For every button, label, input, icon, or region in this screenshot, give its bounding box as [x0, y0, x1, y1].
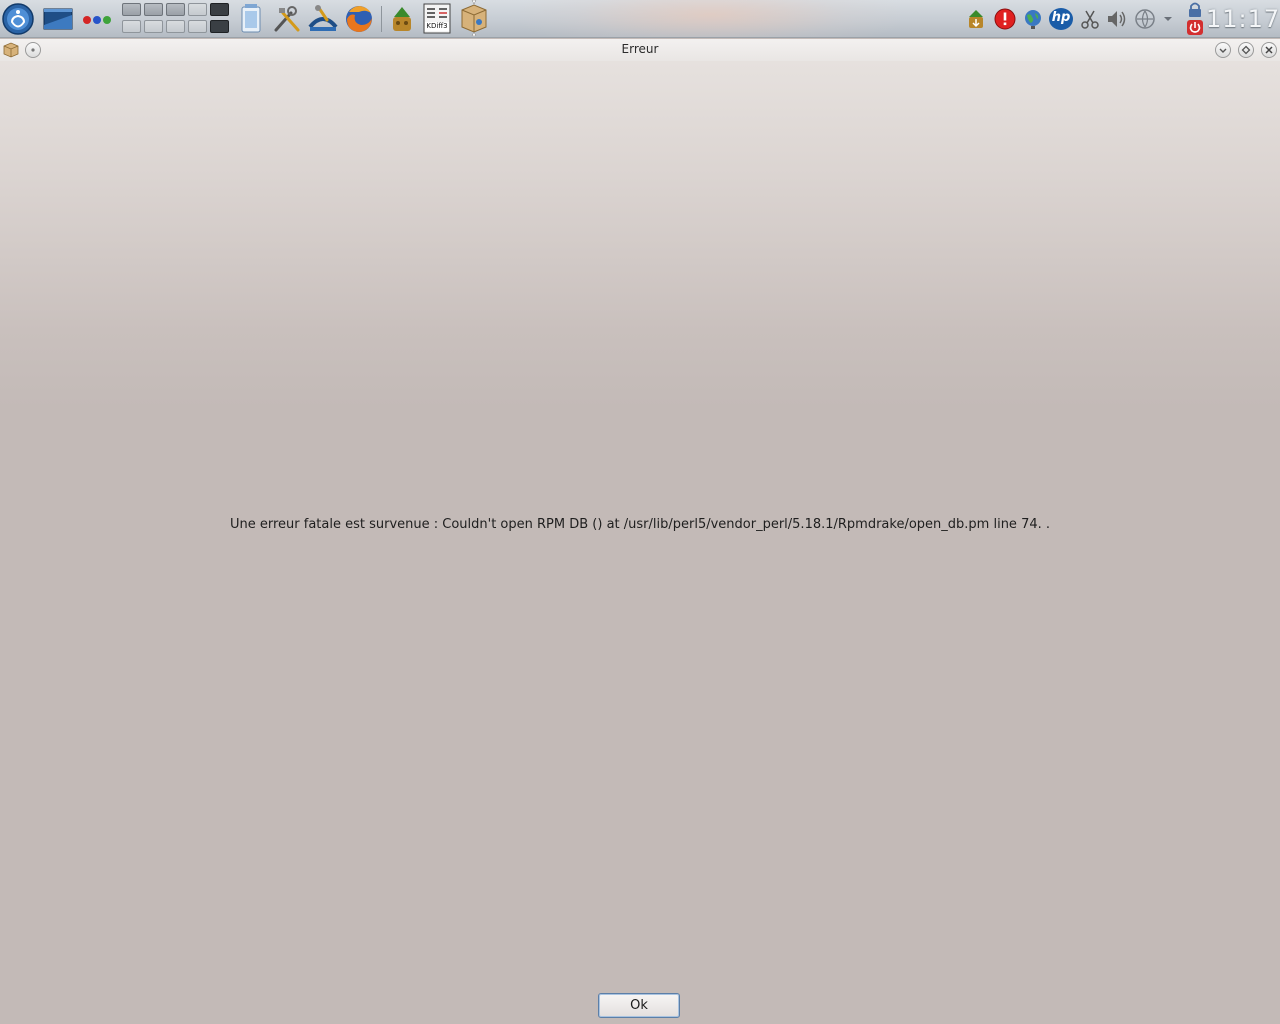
window-app-icon[interactable]: [3, 42, 19, 58]
chevron-down-icon: [1219, 48, 1227, 53]
pin-button[interactable]: [25, 42, 41, 58]
window-titlebar[interactable]: Erreur: [0, 39, 1280, 61]
desktop-1[interactable]: [122, 3, 141, 16]
show-desktop-icon[interactable]: [42, 3, 74, 35]
panel-separator: [381, 6, 382, 32]
kdiff3-label: KDiff3: [425, 22, 449, 31]
desktop-3[interactable]: [166, 3, 185, 16]
updates-icon[interactable]: [965, 8, 987, 30]
error-message: Une erreur fatale est survenue : Couldn'…: [229, 517, 1051, 532]
power-icon[interactable]: [1186, 19, 1204, 36]
desktop-7[interactable]: [144, 20, 163, 33]
minimize-button[interactable]: [1215, 42, 1231, 58]
error-dialog: Une erreur fatale est survenue : Couldn'…: [0, 61, 1280, 1024]
desktop-9[interactable]: [188, 20, 207, 33]
lock-screen-icon[interactable]: [1186, 1, 1204, 18]
top-panel: KDiff3 hp 11:17: [0, 0, 1280, 38]
ok-button[interactable]: Ok: [598, 993, 680, 1018]
window-title: Erreur: [621, 42, 659, 56]
close-button[interactable]: [1261, 42, 1277, 58]
games-icon[interactable]: [386, 3, 418, 35]
diamond-icon: [1241, 45, 1251, 55]
activities-dots-icon[interactable]: [82, 3, 114, 35]
drakconf-icon[interactable]: [307, 3, 339, 35]
system-settings-icon[interactable]: [271, 3, 303, 35]
desktop-4[interactable]: [188, 3, 207, 16]
firefox-icon[interactable]: [343, 3, 375, 35]
file-manager-icon[interactable]: [235, 3, 267, 35]
maximize-button[interactable]: [1238, 42, 1254, 58]
kdiff3-icon[interactable]: KDiff3: [422, 3, 452, 35]
desktop-6[interactable]: [122, 20, 141, 33]
network-globe-icon[interactable]: [1022, 8, 1044, 30]
clipboard-scissors-icon[interactable]: [1079, 8, 1101, 30]
tray-expand-icon[interactable]: [1161, 8, 1175, 30]
panel-wallpaper-glow: [520, 0, 900, 37]
hp-label: hp: [1051, 10, 1071, 25]
network-icon[interactable]: [1134, 8, 1156, 30]
desktop-8[interactable]: [166, 20, 185, 33]
pin-icon: [31, 48, 35, 52]
clock[interactable]: 11:17: [1206, 2, 1280, 36]
desktop-10[interactable]: [210, 20, 229, 33]
desktop-5[interactable]: [210, 3, 229, 16]
hp-printer-icon[interactable]: hp: [1049, 8, 1073, 30]
package-installer-icon[interactable]: [458, 0, 490, 36]
volume-icon[interactable]: [1106, 8, 1128, 30]
close-icon: [1265, 46, 1273, 54]
mageia-menu-icon[interactable]: [2, 3, 34, 35]
desktop-2[interactable]: [144, 3, 163, 16]
error-notification-icon[interactable]: [994, 8, 1016, 30]
virtual-desktop-pager[interactable]: [120, 2, 230, 36]
